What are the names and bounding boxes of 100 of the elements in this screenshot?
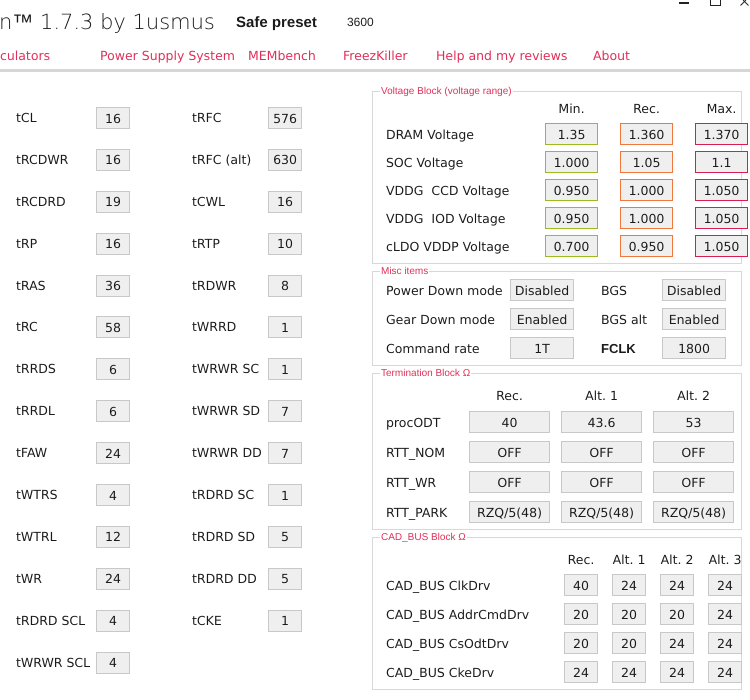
value-field[interactable]: 7: [268, 442, 302, 464]
value-field[interactable]: 19: [96, 190, 130, 213]
value-field[interactable]: 1.000: [545, 151, 598, 173]
value-field[interactable]: 6: [96, 358, 130, 380]
timing-label: tRTP: [192, 236, 221, 251]
value-field[interactable]: RZQ/5(48): [561, 501, 642, 523]
value-field[interactable]: 10: [268, 232, 302, 255]
value-field[interactable]: 1: [268, 610, 302, 632]
value-field[interactable]: 1.370: [695, 123, 748, 145]
value-field[interactable]: 24: [660, 661, 694, 683]
value-field[interactable]: 20: [612, 603, 646, 625]
value-field[interactable]: RZQ/5(48): [653, 501, 734, 523]
timing-label: tRDRD SC: [192, 487, 256, 502]
nav-link[interactable]: culators: [0, 48, 50, 62]
value-field[interactable]: 1.050: [695, 235, 748, 257]
value-field[interactable]: 16: [268, 190, 302, 213]
value-field[interactable]: 43.6: [561, 411, 642, 433]
value-field[interactable]: 4: [96, 610, 130, 632]
value-field[interactable]: 20: [612, 632, 646, 654]
value-field[interactable]: 24: [564, 661, 598, 683]
minimize-icon[interactable]: [679, 2, 689, 5]
value-field[interactable]: 40: [469, 411, 550, 433]
value-field[interactable]: 16: [96, 148, 130, 171]
value-field[interactable]: 0.950: [620, 235, 673, 257]
value-field[interactable]: 1.050: [695, 179, 748, 201]
value-field[interactable]: 24: [708, 603, 742, 625]
value-field[interactable]: 20: [564, 632, 598, 654]
value-field[interactable]: OFF: [561, 471, 642, 493]
value-field[interactable]: 5: [268, 526, 302, 548]
value-field[interactable]: 576: [268, 107, 302, 129]
value-field[interactable]: Disabled: [510, 279, 574, 301]
nav-link[interactable]: MEMbench: [248, 48, 316, 62]
value-field[interactable]: 40: [564, 574, 598, 596]
timing-label: tWRRD: [192, 319, 238, 334]
value-field[interactable]: 4: [96, 484, 130, 506]
value-field[interactable]: 36: [96, 274, 130, 297]
value-field[interactable]: OFF: [469, 441, 550, 463]
timing-label: tRFC (alt): [192, 152, 252, 167]
timing-label: tRAS: [16, 278, 47, 293]
nav-link[interactable]: About: [593, 48, 630, 62]
value-field[interactable]: 6: [96, 400, 130, 422]
value-field[interactable]: OFF: [653, 441, 734, 463]
value-field[interactable]: 24: [612, 574, 646, 596]
value-field[interactable]: 12: [96, 526, 130, 548]
value-field[interactable]: 53: [653, 411, 734, 433]
nav-link[interactable]: FreezKiller: [343, 48, 408, 62]
setting-label: BGS: [600, 282, 628, 298]
value-field[interactable]: 4: [96, 652, 130, 674]
column-header: Max.: [706, 101, 738, 117]
timing-label: tWRWR SC: [192, 361, 260, 376]
value-field[interactable]: 24: [708, 661, 742, 683]
value-field[interactable]: 20: [564, 603, 598, 625]
value-field[interactable]: Disabled: [662, 279, 726, 301]
value-field[interactable]: 1.05: [620, 151, 673, 173]
value-field[interactable]: 1.050: [695, 207, 748, 229]
value-field[interactable]: 1.360: [620, 123, 673, 145]
value-field[interactable]: 0.700: [545, 235, 598, 257]
value-field[interactable]: 24: [660, 574, 694, 596]
setting-label: RTT_WR: [386, 474, 438, 490]
setting-label: FCLK: [600, 340, 637, 356]
value-field[interactable]: 630: [268, 148, 302, 171]
value-field[interactable]: 1T: [510, 337, 574, 359]
value-field[interactable]: 24: [660, 632, 694, 654]
nav-link[interactable]: Power Supply System: [100, 48, 235, 62]
value-field[interactable]: Enabled: [662, 308, 726, 330]
value-field[interactable]: 0.950: [545, 179, 598, 201]
value-field[interactable]: 1: [268, 484, 302, 506]
value-field[interactable]: 5: [268, 568, 302, 590]
value-field[interactable]: 58: [96, 316, 130, 338]
value-field[interactable]: 1.000: [620, 179, 673, 201]
value-field[interactable]: OFF: [469, 471, 550, 493]
value-field[interactable]: 24: [96, 568, 130, 590]
value-field[interactable]: 24: [612, 661, 646, 683]
value-field[interactable]: 24: [708, 574, 742, 596]
setting-label: CAD_BUS AddrCmdDrv: [386, 606, 530, 622]
value-field[interactable]: Enabled: [510, 308, 574, 330]
value-field[interactable]: 1800: [662, 337, 726, 359]
value-field[interactable]: 8: [268, 274, 302, 297]
maximize-icon[interactable]: [710, 0, 721, 6]
value-field[interactable]: OFF: [561, 441, 642, 463]
value-field[interactable]: 1.35: [545, 123, 598, 145]
value-field[interactable]: 0.950: [545, 207, 598, 229]
value-field[interactable]: 1.1: [695, 151, 748, 173]
value-field[interactable]: RZQ/5(48): [469, 501, 550, 523]
value-field[interactable]: 20: [660, 603, 694, 625]
value-field[interactable]: 7: [268, 400, 302, 422]
setting-label: CAD_BUS ClkDrv: [386, 578, 492, 592]
nav-link[interactable]: Help and my reviews: [436, 48, 568, 62]
value-field[interactable]: 24: [96, 442, 130, 464]
value-field[interactable]: 24: [708, 632, 742, 654]
value-field[interactable]: 1.000: [620, 207, 673, 229]
value-field[interactable]: 16: [96, 232, 130, 255]
value-field[interactable]: 1: [268, 358, 302, 380]
column-header: Alt. 1: [612, 552, 646, 567]
value-field[interactable]: 16: [96, 107, 130, 129]
close-icon[interactable]: [740, 0, 749, 6]
value-field[interactable]: OFF: [653, 471, 734, 493]
timing-label: tRDRD SCL: [16, 612, 86, 628]
timing-label: tRP: [16, 236, 38, 251]
value-field[interactable]: 1: [268, 316, 302, 338]
